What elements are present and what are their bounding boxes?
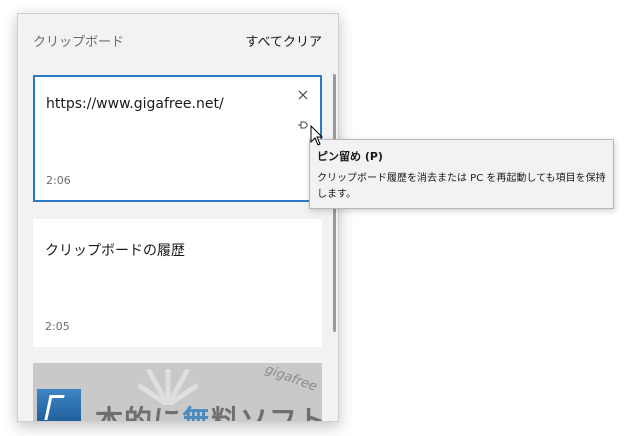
- clipboard-image-item[interactable]: 本的に無料ソフト gigafree: [33, 363, 322, 422]
- mouse-cursor-icon: [310, 125, 324, 146]
- tooltip-body: クリップボード履歴を消去または PC を再起動しても項目を保持します。: [317, 173, 606, 200]
- clipboard-item-text: https://www.gigafree.net/: [46, 96, 224, 112]
- pin-icon[interactable]: [295, 117, 311, 133]
- clipboard-item[interactable]: クリップボードの履歴 2:05: [33, 219, 322, 347]
- image-logo-block: [37, 389, 81, 421]
- clipboard-panel: クリップボード すべてクリア https://www.gigafree.net/…: [17, 13, 339, 422]
- clear-all-button[interactable]: すべてクリア: [245, 31, 322, 50]
- clipboard-item-text: クリップボードの履歴: [45, 243, 185, 259]
- clipboard-item-time: 2:05: [45, 320, 70, 333]
- close-icon[interactable]: [296, 87, 310, 101]
- image-logo-text: gigafree: [263, 363, 319, 395]
- clipboard-item[interactable]: https://www.gigafree.net/ 2:06: [33, 75, 322, 202]
- image-text: 本的に無料ソフト: [95, 404, 322, 422]
- clipboard-item-time: 2:06: [46, 174, 71, 187]
- pin-tooltip: ピン留め (P) クリップボード履歴を消去または PC を再起動しても項目を保持…: [309, 139, 614, 209]
- panel-title: クリップボード: [33, 35, 125, 50]
- tooltip-title: ピン留め (P): [317, 150, 383, 163]
